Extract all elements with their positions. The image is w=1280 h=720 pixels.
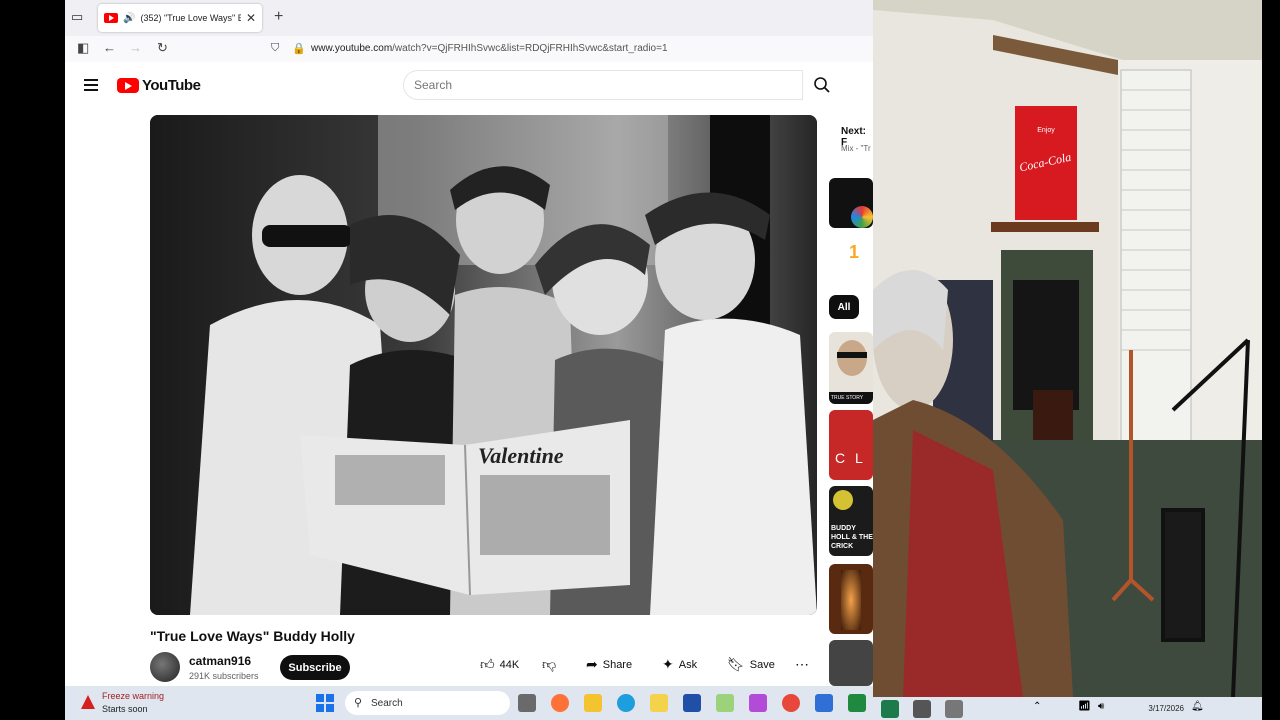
sparkle-icon: ✦ <box>662 656 674 672</box>
youtube-favicon-icon <box>104 13 118 23</box>
reload-icon[interactable]: ↻ <box>157 40 168 56</box>
tab-bar: ▭ 🔊 (352) "True Love Ways" Buddy Holly -… <box>65 0 873 36</box>
youtube-header: YouTube Search <box>65 62 873 108</box>
youtube-logo[interactable]: YouTube <box>117 77 201 94</box>
more-options-icon[interactable]: ⋯ <box>795 656 809 673</box>
edge-icon[interactable] <box>617 694 635 712</box>
weather-warning-subtitle: Starts soon <box>102 704 148 714</box>
dislike-button[interactable]: 👎︎ <box>542 656 556 673</box>
channel-name[interactable]: catman916 <box>189 654 251 668</box>
system-tray: ⌃ 📶︎ 🔊︎ 3/17/2026 🔔︎ <box>873 697 1262 720</box>
wifi-icon[interactable]: 📶︎ <box>1078 701 1091 712</box>
mix-count-icon: 1 <box>849 242 860 262</box>
video-thumbnail-5[interactable] <box>829 640 873 686</box>
coca-cola-sign: Enjoy Coca-Cola <box>1015 106 1077 220</box>
webcam-overlay: Enjoy Coca-Cola <box>873 0 1262 697</box>
like-button[interactable]: 👍︎ 44K <box>480 656 519 673</box>
menu-icon[interactable] <box>84 79 98 91</box>
show-hidden-icons-icon[interactable]: ⌃ <box>1033 701 1041 712</box>
subscriber-count: 291K subscribers <box>189 671 259 681</box>
notification-icon[interactable]: 🔔︎ <box>1191 701 1204 712</box>
thumbs-up-icon: 👍︎ <box>480 656 495 672</box>
firefox-icon[interactable] <box>551 694 569 712</box>
clock-date[interactable]: 3/17/2026 <box>1148 704 1184 713</box>
video-thumbnail-3[interactable]: BUDDY HOLL & THE CRICK <box>829 486 873 556</box>
speaker-icon[interactable]: 🔊 <box>123 13 135 24</box>
sidebar-toggle-icon[interactable]: ◧ <box>77 40 89 56</box>
app-icon-4[interactable] <box>913 700 931 718</box>
bookmark-icon: 🔖︎ <box>727 656 745 672</box>
browser-window: ▭ 🔊 (352) "True Love Ways" Buddy Holly -… <box>65 0 873 686</box>
app-icon-2[interactable] <box>815 694 833 712</box>
start-button[interactable] <box>316 694 334 712</box>
video-thumbnail-4[interactable] <box>829 564 873 634</box>
video-player[interactable]: Valentine <box>150 115 817 615</box>
taskbar-search[interactable]: ⚲ Search <box>345 691 510 715</box>
share-button[interactable]: ➦ Share <box>586 656 632 673</box>
newspaper-title: Valentine <box>478 443 564 468</box>
chrome-icon[interactable] <box>782 694 800 712</box>
lock-icon[interactable]: 🔒 <box>292 42 306 55</box>
video-thumbnail-2[interactable]: C L <box>829 410 873 480</box>
weather-warning-icon[interactable] <box>81 695 95 709</box>
app-icon-5[interactable] <box>945 700 963 718</box>
youtube-play-icon <box>117 78 139 93</box>
back-icon[interactable]: ← <box>103 40 116 55</box>
close-tab-icon[interactable]: ✕ <box>246 11 256 25</box>
screen: ▭ 🔊 (352) "True Love Ways" Buddy Holly -… <box>0 0 1280 720</box>
volume-icon[interactable]: 🔊︎ <box>1098 701 1104 712</box>
channel-avatar[interactable] <box>150 652 180 682</box>
excel-icon[interactable] <box>848 694 866 712</box>
file-explorer-icon[interactable] <box>584 694 602 712</box>
video-thumbnail-1[interactable]: TRUE STORY <box>829 332 873 404</box>
ask-button[interactable]: ✦ Ask <box>662 656 697 673</box>
new-tab-icon[interactable]: + <box>274 8 283 26</box>
app-icon-1[interactable] <box>716 694 734 712</box>
subscribe-button[interactable]: Subscribe <box>280 655 350 680</box>
store-icon[interactable] <box>650 694 668 712</box>
video-title: "True Love Ways" Buddy Holly <box>150 628 355 644</box>
save-button[interactable]: 🔖︎ Save <box>727 656 775 673</box>
chip-all[interactable]: All <box>829 295 859 319</box>
word-icon[interactable] <box>683 694 701 712</box>
next-sublabel: Mix - "Tr <box>841 144 871 153</box>
task-view-icon[interactable] <box>518 694 536 712</box>
svg-text:Enjoy: Enjoy <box>1037 127 1055 134</box>
tab-list-icon[interactable]: ▭ <box>71 9 89 27</box>
shield-icon[interactable]: ⛉ <box>271 42 279 55</box>
mix-thumbnail[interactable] <box>829 178 873 228</box>
search-icon[interactable] <box>813 76 831 94</box>
weather-warning-title[interactable]: Freeze warning <box>102 691 164 701</box>
tab-title: (352) "True Love Ways" Buddy Holly - You… <box>140 13 241 23</box>
windows-taskbar: Freeze warning Starts soon ⚲ Search <box>65 686 873 720</box>
search-input[interactable]: Search <box>403 70 803 100</box>
forward-icon[interactable]: → <box>129 40 142 55</box>
search-icon: ⚲ <box>354 697 363 709</box>
thumbs-down-icon: 👎︎ <box>542 656 557 672</box>
share-icon: ➦ <box>586 656 598 672</box>
active-tab[interactable]: 🔊 (352) "True Love Ways" Buddy Holly - Y… <box>98 4 262 32</box>
copilot-icon[interactable] <box>749 694 767 712</box>
app-icon-3[interactable] <box>881 700 899 718</box>
address-bar[interactable]: www.youtube.com/watch?v=QjFRHIhSvwc&list… <box>311 43 668 54</box>
navigation-bar: ◧ ← → ↻ ⛉ 🔒 www.youtube.com/watch?v=QjFR… <box>65 36 873 62</box>
